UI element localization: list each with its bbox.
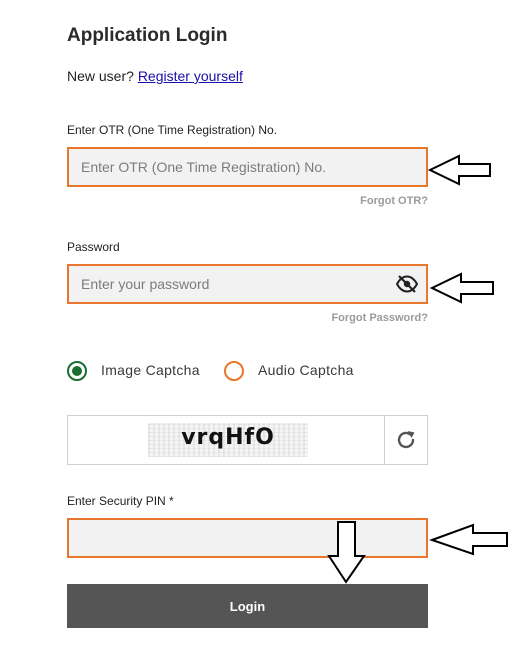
captcha-divider	[384, 416, 385, 464]
security-pin-label: Enter Security PIN *	[67, 494, 174, 508]
arrow-left-icon	[427, 154, 491, 186]
new-user-line: New user? Register yourself	[67, 68, 243, 84]
register-link[interactable]: Register yourself	[138, 68, 243, 84]
security-pin-input[interactable]	[69, 520, 426, 556]
otr-field	[67, 147, 428, 187]
password-label: Password	[67, 240, 120, 254]
eye-off-icon[interactable]	[395, 275, 419, 293]
captcha-image: vrqHfO	[148, 423, 308, 457]
arrow-left-icon	[429, 523, 508, 556]
captcha-text: vrqHfO	[181, 425, 275, 450]
page-title: Application Login	[67, 25, 228, 46]
login-button[interactable]: Login	[67, 584, 428, 628]
audio-captcha-radio[interactable]	[224, 361, 244, 381]
otr-label: Enter OTR (One Time Registration) No.	[67, 123, 278, 137]
image-captcha-radio[interactable]	[67, 361, 87, 381]
audio-captcha-label: Audio Captcha	[258, 362, 354, 378]
password-input[interactable]	[69, 266, 426, 302]
new-user-text: New user?	[67, 68, 134, 84]
image-captcha-label: Image Captcha	[101, 362, 200, 378]
captcha-box: vrqHfO	[67, 415, 428, 465]
forgot-password-link[interactable]: Forgot Password?	[331, 312, 428, 324]
security-pin-field	[67, 518, 428, 558]
password-field	[67, 264, 428, 304]
arrow-left-icon	[429, 272, 494, 304]
forgot-otr-link[interactable]: Forgot OTR?	[360, 195, 428, 207]
refresh-icon[interactable]	[395, 429, 417, 451]
otr-input[interactable]	[69, 149, 426, 185]
